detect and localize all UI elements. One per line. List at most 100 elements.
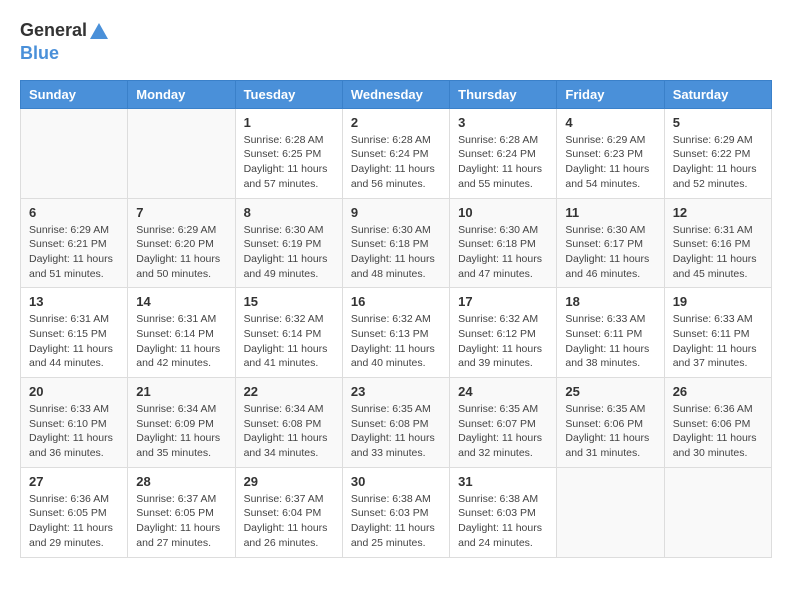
calendar-cell: 25Sunrise: 6:35 AM Sunset: 6:06 PM Dayli…: [557, 378, 664, 468]
day-number: 11: [565, 205, 655, 220]
day-number: 31: [458, 474, 548, 489]
calendar-cell: 11 Sunrise: 6:30 AM Sunset: 6:17 PM Dayli…: [557, 198, 664, 288]
weekday-header-saturday: Saturday: [664, 80, 771, 108]
day-number: 17: [458, 294, 548, 309]
day-info: Sunrise: 6:30 AM Sunset: 6:18 PM Dayligh…: [351, 223, 441, 282]
day-info: Sunrise: 6:31 AM Sunset: 6:14 PM Dayligh…: [136, 312, 226, 371]
day-number: 26: [673, 384, 763, 399]
calendar-cell: 14 Sunrise: 6:31 AM Sunset: 6:14 PM Dayli…: [128, 288, 235, 378]
calendar-cell: 26 Sunrise: 6:36 AM Sunset: 6:06 PM Dayli…: [664, 378, 771, 468]
logo-icon: [88, 21, 110, 43]
calendar-cell: 2 Sunrise: 6:28 AM Sunset: 6:24 PM Daylig…: [342, 108, 449, 198]
day-number: 5: [673, 115, 763, 130]
day-number: 23: [351, 384, 441, 399]
day-info: Sunrise: 6:31 AM Sunset: 6:16 PM Dayligh…: [673, 223, 763, 282]
day-info: Sunrise: 6:35 AM Sunset: 6:07 PM Dayligh…: [458, 402, 548, 461]
day-info: Sunrise: 6:32 AM Sunset: 6:14 PM Dayligh…: [244, 312, 334, 371]
calendar-cell: [557, 467, 664, 557]
day-number: 28: [136, 474, 226, 489]
day-number: 15: [244, 294, 334, 309]
day-number: 24: [458, 384, 548, 399]
day-info: Sunrise: 6:29 AM Sunset: 6:23 PM Dayligh…: [565, 133, 655, 192]
day-info: Sunrise: 6:36 AM Sunset: 6:06 PM Dayligh…: [673, 402, 763, 461]
weekday-header-wednesday: Wednesday: [342, 80, 449, 108]
day-number: 10: [458, 205, 548, 220]
calendar-cell: 22Sunrise: 6:34 AM Sunset: 6:08 PM Dayli…: [235, 378, 342, 468]
calendar-cell: 9 Sunrise: 6:30 AM Sunset: 6:18 PM Daylig…: [342, 198, 449, 288]
day-info: Sunrise: 6:29 AM Sunset: 6:20 PM Dayligh…: [136, 223, 226, 282]
calendar-cell: 17 Sunrise: 6:32 AM Sunset: 6:12 PM Dayli…: [450, 288, 557, 378]
calendar-cell: 20 Sunrise: 6:33 AM Sunset: 6:10 PM Dayli…: [21, 378, 128, 468]
day-number: 25: [565, 384, 655, 399]
day-info: Sunrise: 6:29 AM Sunset: 6:22 PM Dayligh…: [673, 133, 763, 192]
weekday-header-monday: Monday: [128, 80, 235, 108]
day-info: Sunrise: 6:31 AM Sunset: 6:15 PM Dayligh…: [29, 312, 119, 371]
weekday-header-tuesday: Tuesday: [235, 80, 342, 108]
calendar-cell: [128, 108, 235, 198]
day-info: Sunrise: 6:30 AM Sunset: 6:17 PM Dayligh…: [565, 223, 655, 282]
day-number: 20: [29, 384, 119, 399]
day-number: 2: [351, 115, 441, 130]
calendar-cell: 1 Sunrise: 6:28 AM Sunset: 6:25 PM Daylig…: [235, 108, 342, 198]
calendar-cell: 3Sunrise: 6:28 AM Sunset: 6:24 PM Daylig…: [450, 108, 557, 198]
calendar-cell: 29 Sunrise: 6:37 AM Sunset: 6:04 PM Dayli…: [235, 467, 342, 557]
day-number: 27: [29, 474, 119, 489]
calendar-cell: 21Sunrise: 6:34 AM Sunset: 6:09 PM Dayli…: [128, 378, 235, 468]
calendar-cell: 27Sunrise: 6:36 AM Sunset: 6:05 PM Dayli…: [21, 467, 128, 557]
day-info: Sunrise: 6:28 AM Sunset: 6:24 PM Dayligh…: [351, 133, 441, 192]
calendar-cell: [21, 108, 128, 198]
day-info: Sunrise: 6:33 AM Sunset: 6:11 PM Dayligh…: [565, 312, 655, 371]
day-info: Sunrise: 6:33 AM Sunset: 6:11 PM Dayligh…: [673, 312, 763, 371]
day-info: Sunrise: 6:30 AM Sunset: 6:18 PM Dayligh…: [458, 223, 548, 282]
calendar-cell: 24 Sunrise: 6:35 AM Sunset: 6:07 PM Dayli…: [450, 378, 557, 468]
day-number: 1: [244, 115, 334, 130]
calendar-cell: 8 Sunrise: 6:30 AM Sunset: 6:19 PM Daylig…: [235, 198, 342, 288]
week-row-1: 1 Sunrise: 6:28 AM Sunset: 6:25 PM Daylig…: [21, 108, 772, 198]
day-number: 18: [565, 294, 655, 309]
day-number: 29: [244, 474, 334, 489]
day-number: 8: [244, 205, 334, 220]
calendar-cell: 13 Sunrise: 6:31 AM Sunset: 6:15 PM Dayli…: [21, 288, 128, 378]
day-info: Sunrise: 6:38 AM Sunset: 6:03 PM Dayligh…: [458, 492, 548, 551]
day-number: 7: [136, 205, 226, 220]
day-info: Sunrise: 6:35 AM Sunset: 6:08 PM Dayligh…: [351, 402, 441, 461]
calendar-cell: 5 Sunrise: 6:29 AM Sunset: 6:22 PM Daylig…: [664, 108, 771, 198]
day-info: Sunrise: 6:32 AM Sunset: 6:12 PM Dayligh…: [458, 312, 548, 371]
calendar-cell: [664, 467, 771, 557]
day-info: Sunrise: 6:38 AM Sunset: 6:03 PM Dayligh…: [351, 492, 441, 551]
day-number: 16: [351, 294, 441, 309]
logo-blue: Blue: [20, 43, 59, 63]
day-info: Sunrise: 6:37 AM Sunset: 6:04 PM Dayligh…: [244, 492, 334, 551]
day-number: 3: [458, 115, 548, 130]
calendar-cell: 18 Sunrise: 6:33 AM Sunset: 6:11 PM Dayli…: [557, 288, 664, 378]
week-row-3: 13 Sunrise: 6:31 AM Sunset: 6:15 PM Dayli…: [21, 288, 772, 378]
day-info: Sunrise: 6:30 AM Sunset: 6:19 PM Dayligh…: [244, 223, 334, 282]
day-info: Sunrise: 6:37 AM Sunset: 6:05 PM Dayligh…: [136, 492, 226, 551]
calendar-cell: 28 Sunrise: 6:37 AM Sunset: 6:05 PM Dayli…: [128, 467, 235, 557]
logo-general: General: [20, 20, 87, 40]
day-info: Sunrise: 6:33 AM Sunset: 6:10 PM Dayligh…: [29, 402, 119, 461]
calendar-cell: 7 Sunrise: 6:29 AM Sunset: 6:20 PM Daylig…: [128, 198, 235, 288]
day-info: Sunrise: 6:29 AM Sunset: 6:21 PM Dayligh…: [29, 223, 119, 282]
logo: General Blue: [20, 20, 111, 64]
week-row-2: 6Sunrise: 6:29 AM Sunset: 6:21 PM Daylig…: [21, 198, 772, 288]
day-number: 9: [351, 205, 441, 220]
calendar-table: SundayMondayTuesdayWednesdayThursdayFrid…: [20, 80, 772, 558]
day-info: Sunrise: 6:32 AM Sunset: 6:13 PM Dayligh…: [351, 312, 441, 371]
calendar-cell: 31 Sunrise: 6:38 AM Sunset: 6:03 PM Dayli…: [450, 467, 557, 557]
page-header: General Blue: [20, 20, 772, 64]
weekday-header-sunday: Sunday: [21, 80, 128, 108]
weekday-header-thursday: Thursday: [450, 80, 557, 108]
day-number: 13: [29, 294, 119, 309]
day-number: 12: [673, 205, 763, 220]
logo-text: General Blue: [20, 20, 111, 64]
weekday-header-row: SundayMondayTuesdayWednesdayThursdayFrid…: [21, 80, 772, 108]
calendar-cell: 6Sunrise: 6:29 AM Sunset: 6:21 PM Daylig…: [21, 198, 128, 288]
day-info: Sunrise: 6:28 AM Sunset: 6:25 PM Dayligh…: [244, 133, 334, 192]
day-number: 22: [244, 384, 334, 399]
calendar-cell: 30Sunrise: 6:38 AM Sunset: 6:03 PM Dayli…: [342, 467, 449, 557]
day-number: 14: [136, 294, 226, 309]
week-row-5: 27Sunrise: 6:36 AM Sunset: 6:05 PM Dayli…: [21, 467, 772, 557]
calendar-cell: 10 Sunrise: 6:30 AM Sunset: 6:18 PM Dayli…: [450, 198, 557, 288]
calendar-cell: 12 Sunrise: 6:31 AM Sunset: 6:16 PM Dayli…: [664, 198, 771, 288]
